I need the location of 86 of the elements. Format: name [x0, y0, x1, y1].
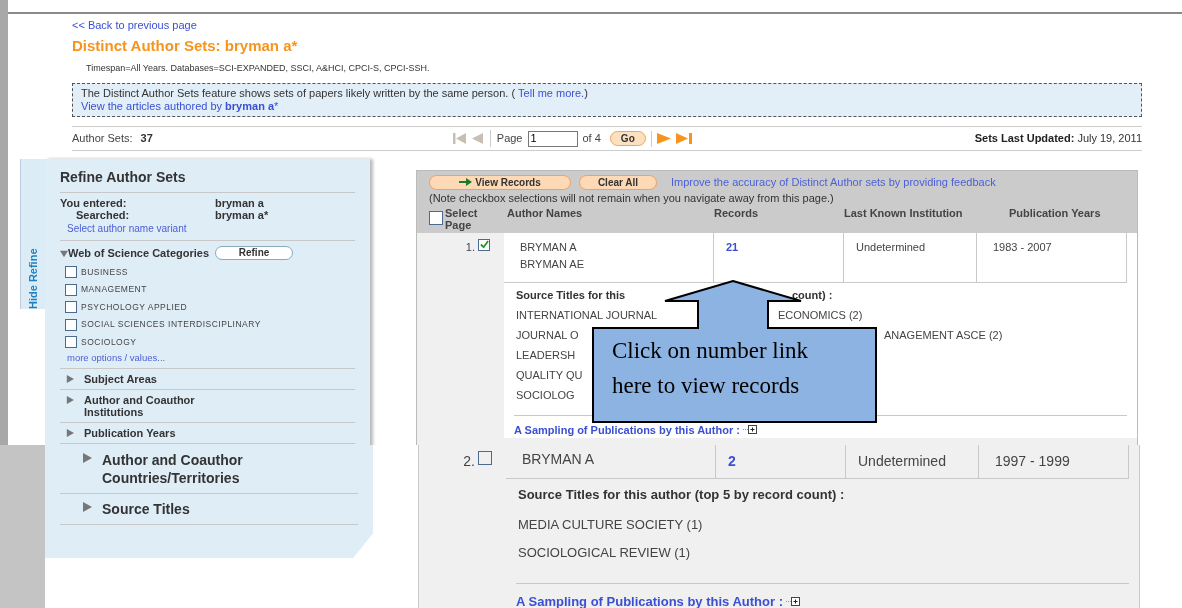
more-options-link[interactable]: more options / values...: [65, 351, 355, 369]
page-title: Distinct Author Sets: bryman a*: [72, 37, 299, 55]
checkbox[interactable]: [65, 336, 77, 349]
author-sets-label: Author Sets:: [72, 131, 133, 147]
tell-me-more-link[interactable]: Tell me more.: [518, 87, 585, 100]
author-variant-link[interactable]: Select author name variant: [60, 221, 355, 241]
source-titles-heading: Source Titles for this author (top 5 by record count) :: [518, 487, 845, 503]
author-sets-count: 37: [140, 131, 153, 147]
column-header: Records: [714, 205, 760, 221]
records-link[interactable]: 21: [726, 240, 739, 253]
source-title: ECONOMICS (2): [778, 308, 863, 322]
collapsed-triangle-icon[interactable]: [82, 453, 92, 463]
checkbox[interactable]: [65, 301, 77, 314]
category-option[interactable]: PSYCHOLOGY APPLIED: [81, 300, 188, 314]
searched-label: Searched:: [75, 209, 131, 221]
closing-parenthesis: ): [584, 87, 588, 100]
institution-cell: Undetermined: [856, 240, 926, 253]
checkbox[interactable]: [478, 451, 492, 465]
panel-title: Refine Author Sets: [60, 167, 355, 193]
sampling-link[interactable]: A Sampling of Publications by this Author :: [514, 421, 740, 438]
source-titles-heading: count) :: [792, 288, 833, 302]
category-option[interactable]: SOCIAL SCIENCES INTERDISCIPLINARY: [81, 318, 261, 332]
years-cell: 1983 - 2007: [993, 240, 1052, 253]
category-option[interactable]: MANAGEMENT: [81, 283, 147, 297]
column-header: Last Known Institution: [844, 205, 964, 221]
years-cell: 1997 - 1999: [995, 453, 1070, 469]
expanded-triangle-icon[interactable]: [60, 250, 68, 259]
source-title: JOURNAL O: [516, 328, 579, 342]
refine-section-link[interactable]: Subject Areas: [84, 373, 254, 386]
collapsed-triangle-icon[interactable]: [66, 429, 74, 438]
refine-section-link[interactable]: Author and Coauthor Institutions: [84, 394, 254, 419]
column-header: Publication Years: [1009, 205, 1102, 221]
category-heading: Web of Science Categories: [68, 246, 209, 261]
entered-value: bryman a: [215, 197, 265, 209]
source-title: LEADERSH: [516, 348, 576, 362]
entered-label: You entered:: [60, 197, 128, 209]
source-title: ANAGEMENT ASCE (2): [884, 328, 1003, 342]
checkbox[interactable]: [478, 238, 490, 251]
go-button[interactable]: Go: [609, 131, 646, 146]
page-label: Page: [489, 130, 523, 147]
checkbox[interactable]: [65, 318, 77, 331]
collapsed-triangle-icon[interactable]: [82, 502, 92, 512]
category-option[interactable]: SOCIOLOGY: [81, 335, 137, 349]
checkbox[interactable]: [65, 283, 77, 296]
view-articles-link[interactable]: View the articles authored by bryman a*: [81, 100, 1133, 113]
checkbox[interactable]: [65, 266, 77, 279]
page-number-field[interactable]: 1: [527, 130, 578, 147]
source-title: SOCIOLOGICAL REVIEW (1): [518, 545, 691, 561]
search-details: Timespan=All Years. Databases=SCI-EXPANDED, SSCI, A&HCI, CPCI-S, CPCI-SSH.: [86, 62, 431, 74]
author-name: BRYMAN A: [520, 239, 578, 255]
note-text: (Note checkbox selections will not remain when you navigate away from this page.): [429, 190, 835, 205]
sampling-link[interactable]: A Sampling of Publications by this Author :: [516, 592, 783, 608]
page-count: of 4: [582, 131, 601, 147]
updated-date: July 19, 2011: [1077, 131, 1142, 147]
row-number: 2.: [463, 452, 475, 471]
source-title: QUALITY QU: [516, 368, 583, 382]
view-records-button[interactable]: View Records: [429, 174, 571, 190]
arrow-right-icon: [459, 178, 473, 187]
column-header: Select Page: [445, 206, 479, 231]
source-titles-heading: Source Titles for this: [516, 288, 626, 302]
source-title: INTERNATIONAL JOURNAL: [516, 308, 658, 322]
clear-all-button[interactable]: Clear All: [579, 174, 657, 190]
back-link[interactable]: << Back to previous page: [72, 18, 1142, 32]
checkbox[interactable]: [429, 210, 443, 225]
source-title: MEDIA CULTURE SOCIETY (1): [518, 517, 703, 533]
source-title: SOCIOLOG: [516, 388, 575, 402]
author-name: BRYMAN AE: [520, 256, 585, 272]
hide-refine-tab[interactable]: Hide Refine: [20, 159, 45, 309]
column-header: Author Names: [507, 205, 584, 221]
expand-icon[interactable]: [742, 425, 757, 435]
searched-value: bryman a*: [215, 209, 270, 221]
category-option[interactable]: BUSINESS: [81, 265, 128, 279]
collapsed-triangle-icon[interactable]: [66, 375, 74, 384]
refine-button[interactable]: Refine: [215, 246, 293, 261]
refine-section-link[interactable]: Author and Coauthor Countries/Territories: [102, 451, 272, 487]
row-number: 1.: [465, 239, 475, 255]
records-link[interactable]: 2: [728, 453, 736, 469]
author-name: BRYMAN A: [522, 451, 596, 468]
refine-section-link[interactable]: Publication Years: [84, 427, 254, 440]
institution-cell: Undetermined: [858, 453, 946, 469]
info-text: The Distinct Author Sets feature shows sets of papers likely written by the same person. (: [81, 87, 516, 100]
refine-section-link[interactable]: Source Titles: [102, 500, 272, 518]
collapsed-triangle-icon[interactable]: [66, 396, 74, 405]
updated-label: Sets Last Updated:: [974, 131, 1075, 147]
callout-text: Click on number link here to view records: [612, 337, 810, 400]
expand-icon[interactable]: [786, 597, 800, 607]
